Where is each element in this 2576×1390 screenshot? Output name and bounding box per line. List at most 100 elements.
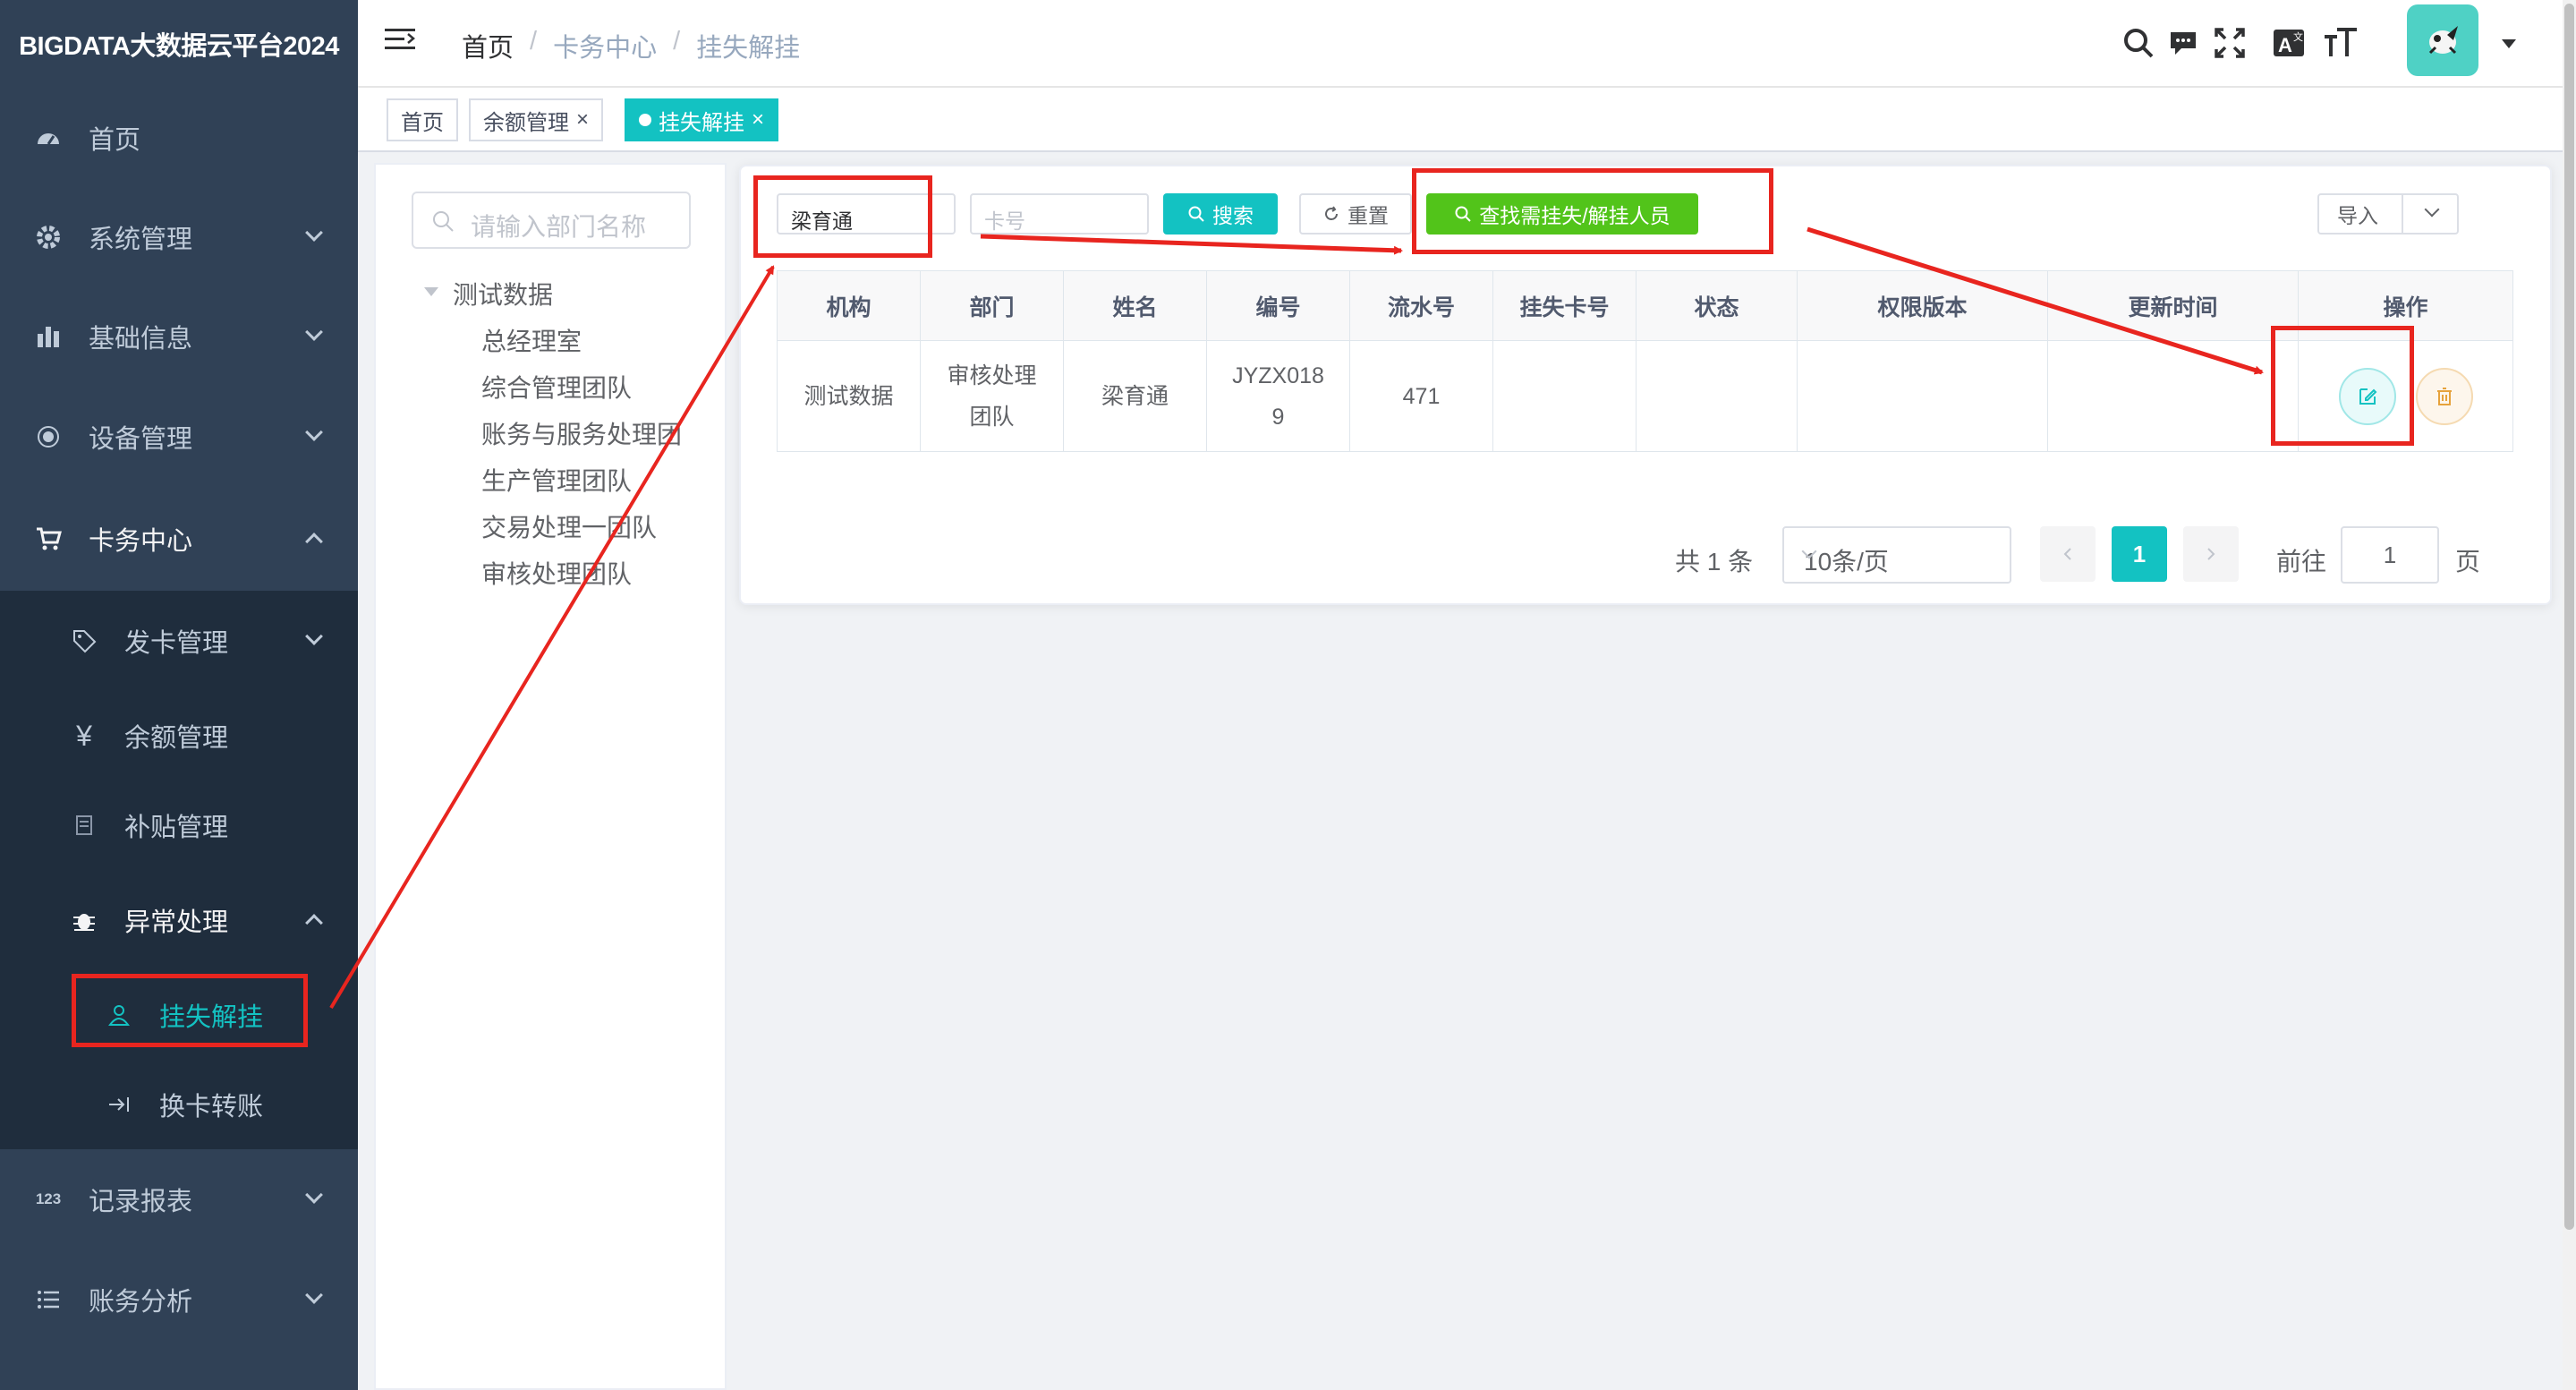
- caret-down-icon[interactable]: [2502, 39, 2516, 48]
- import-button[interactable]: 导入: [2317, 193, 2459, 235]
- page-scrollbar[interactable]: [2563, 0, 2576, 1390]
- tree-node[interactable]: 总经理室: [481, 322, 582, 358]
- breadcrumb-item: 卡务中心: [553, 34, 658, 63]
- cell-dept-line: 审核处理: [947, 362, 1037, 388]
- sidebar-item-system[interactable]: 系统管理: [0, 187, 358, 287]
- message-icon[interactable]: [2165, 25, 2201, 61]
- tree-node-root[interactable]: 测试数据: [453, 276, 553, 311]
- chevron-up-icon: [305, 914, 323, 932]
- sidebar-item-label: 换卡转账: [159, 1093, 264, 1121]
- sidebar-item-card-transfer[interactable]: 换卡转账: [0, 1054, 358, 1155]
- table-header-row: 机构 部门 姓名 编号 流水号 挂失卡号 状态 权限版本 更新时间 操作: [777, 270, 2513, 341]
- tree-node[interactable]: 生产管理团队: [481, 462, 632, 498]
- breadcrumb-item[interactable]: 首页: [462, 27, 514, 64]
- dashboard-icon: [34, 124, 63, 152]
- sidebar-item-records[interactable]: 123 记录报表: [0, 1149, 358, 1249]
- search-icon: [1188, 206, 1204, 222]
- chevron-down-icon: [305, 1286, 323, 1304]
- divider: [2402, 195, 2403, 233]
- delete-button[interactable]: [2415, 367, 2473, 425]
- tag-label: 首页: [401, 110, 444, 135]
- table-row: 测试数据 审核处理 团队 梁育通 JYZX018 9 471: [777, 340, 2513, 452]
- sidebar-item-balance[interactable]: ¥ 余额管理: [0, 686, 358, 786]
- chevron-down-icon[interactable]: [2424, 201, 2440, 217]
- svg-text:文: 文: [2293, 30, 2303, 43]
- hamburger-icon[interactable]: [385, 29, 415, 55]
- sidebar-item-label: 首页: [89, 126, 141, 155]
- prev-page-button[interactable]: [2040, 526, 2096, 582]
- tag-balance[interactable]: 余额管理 ×: [469, 98, 604, 141]
- sidebar-item-label: 设备管理: [89, 425, 193, 454]
- active-dot-icon: [639, 114, 651, 126]
- app-logo-title: BIGDATA大数据云平台2024: [19, 32, 339, 61]
- import-button-label: 导入: [2337, 204, 2378, 227]
- svg-text:A: A: [2278, 34, 2292, 56]
- tree-node[interactable]: 账务与服务处理团: [481, 415, 709, 451]
- annotation-box-edit: [2271, 326, 2414, 446]
- page-size-select[interactable]: 10条/页: [1782, 526, 2011, 584]
- column-header: 挂失卡号: [1492, 270, 1637, 341]
- sidebar-item-label: 记录报表: [89, 1188, 193, 1216]
- doc-icon: [70, 811, 98, 840]
- fullscreen-icon[interactable]: [2212, 25, 2248, 61]
- dept-search-placeholder: 请输入部门名称: [471, 213, 647, 241]
- font-size-icon[interactable]: [2323, 25, 2359, 61]
- sidebar-item-accounting[interactable]: 账务分析: [0, 1249, 358, 1350]
- sidebar-item-exception[interactable]: 异常处理: [0, 870, 358, 970]
- search-icon[interactable]: [2121, 25, 2156, 61]
- caret-down-icon[interactable]: [424, 287, 438, 296]
- column-header: 编号: [1206, 270, 1350, 341]
- card-number-input[interactable]: 卡号: [970, 193, 1149, 235]
- sidebar-item-basic-info[interactable]: 基础信息: [0, 286, 358, 387]
- tag-loss-report[interactable]: 挂失解挂 ×: [625, 98, 779, 141]
- pager-page-unit: 页: [2455, 548, 2481, 576]
- tree-node[interactable]: 交易处理一团队: [481, 508, 657, 544]
- cell-name: 梁育通: [1063, 340, 1207, 452]
- list-icon: [34, 1285, 63, 1314]
- sidebar-item-subsidy[interactable]: 补贴管理: [0, 775, 358, 875]
- next-page-button[interactable]: [2183, 526, 2239, 582]
- cell-status: [1636, 340, 1798, 452]
- pager-goto-input[interactable]: 1: [2341, 526, 2439, 584]
- column-header: 姓名: [1063, 270, 1207, 341]
- translate-icon[interactable]: A文: [2271, 25, 2307, 61]
- search-button[interactable]: 搜索: [1163, 193, 1278, 235]
- annotation-box-name-input: [753, 175, 932, 258]
- tree-node[interactable]: 综合管理团队: [481, 369, 632, 405]
- pager-goto-label: 前往: [2276, 548, 2327, 576]
- column-header: 机构: [777, 270, 921, 341]
- cell-org: 测试数据: [777, 340, 921, 452]
- cell-dept: 审核处理 团队: [920, 340, 1064, 452]
- tag-label: 余额管理: [483, 110, 569, 135]
- chevron-down-icon: [305, 1186, 323, 1204]
- sidebar-item-label: 异常处理: [124, 908, 229, 937]
- close-icon[interactable]: ×: [576, 109, 589, 131]
- column-header: 流水号: [1349, 270, 1493, 341]
- reset-button[interactable]: 重置: [1299, 193, 1412, 235]
- close-icon[interactable]: ×: [752, 109, 764, 131]
- avatar[interactable]: [2407, 4, 2478, 76]
- sidebar-item-label: 余额管理: [124, 724, 229, 753]
- search-icon: [433, 211, 454, 232]
- trash-icon: [2436, 387, 2452, 405]
- column-header: 权限版本: [1797, 270, 2048, 341]
- tags-view: 首页 余额管理 × 挂失解挂 ×: [358, 88, 2576, 152]
- page-button-current[interactable]: 1: [2112, 526, 2167, 582]
- sidebar-item-home[interactable]: 首页: [0, 88, 358, 188]
- tag-icon: [70, 627, 98, 655]
- scrollbar-thumb[interactable]: [2564, 4, 2574, 1230]
- number-icon: 123: [35, 1190, 62, 1207]
- sidebar-item-label: 基础信息: [89, 325, 193, 354]
- tree-node[interactable]: 审核处理团队: [481, 555, 632, 591]
- bug-icon: [70, 906, 98, 934]
- tag-home[interactable]: 首页: [387, 98, 458, 141]
- sidebar-item-card-issue[interactable]: 发卡管理: [0, 591, 358, 691]
- breadcrumb-separator: /: [530, 27, 538, 55]
- sidebar-item-card-center[interactable]: 卡务中心: [0, 489, 358, 589]
- dept-search-input[interactable]: 请输入部门名称: [412, 192, 691, 249]
- sidebar-item-device[interactable]: 设备管理: [0, 387, 358, 487]
- chevron-down-icon: [305, 224, 323, 242]
- column-header: 更新时间: [2047, 270, 2299, 341]
- radio-icon: [34, 422, 63, 451]
- refresh-icon: [1325, 206, 1338, 220]
